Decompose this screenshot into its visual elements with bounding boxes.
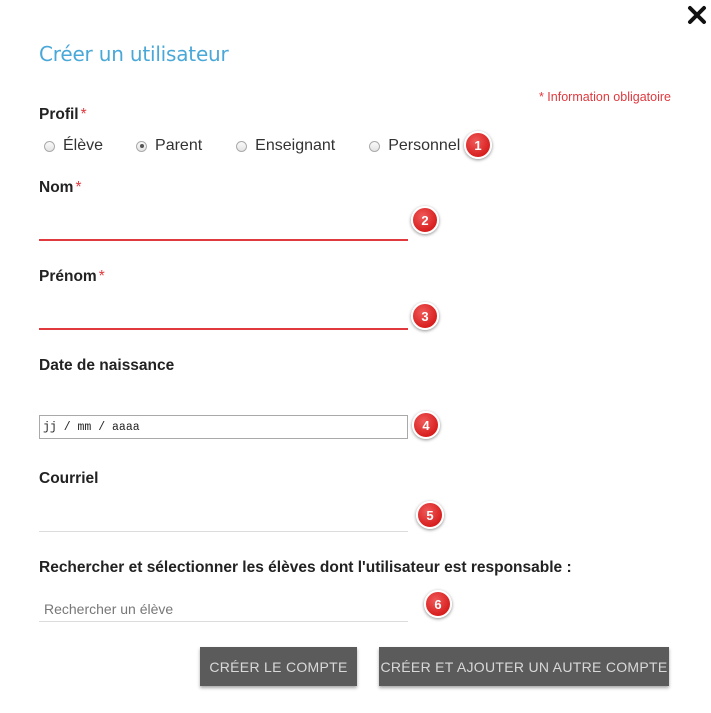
radio-eleve[interactable]: Élève	[44, 137, 103, 155]
radio-enseignant-button[interactable]	[236, 140, 248, 152]
nom-label-text: Nom	[39, 179, 74, 196]
search-input[interactable]	[39, 596, 408, 622]
courriel-input[interactable]	[39, 506, 408, 532]
date-input[interactable]: jj / mm / aaaa	[39, 415, 408, 439]
required-mark: *	[80, 106, 87, 123]
radio-personnel-button[interactable]	[369, 140, 381, 152]
search-label: Rechercher et sélectionner les élèves do…	[39, 559, 572, 576]
radio-personnel-label: Personnel	[388, 137, 461, 154]
profil-radio-group: Élève Parent Enseignant Personnel	[44, 136, 460, 156]
callout-badge-6: 6	[424, 590, 452, 618]
required-mark: *	[75, 179, 82, 196]
radio-parent[interactable]: Parent	[136, 137, 202, 155]
radio-eleve-label: Élève	[63, 137, 104, 154]
prenom-label-text: Prénom	[39, 268, 97, 285]
radio-enseignant[interactable]: Enseignant	[236, 137, 335, 155]
close-icon[interactable]	[686, 4, 708, 26]
prenom-label: Prénom *	[39, 268, 105, 286]
create-account-button[interactable]: CRÉER LE COMPTE	[200, 647, 357, 686]
callout-badge-4: 4	[412, 411, 440, 439]
date-placeholder: jj / mm / aaaa	[43, 420, 140, 434]
radio-parent-button[interactable]	[136, 140, 148, 152]
nom-input[interactable]	[39, 215, 408, 241]
nom-label: Nom *	[39, 179, 82, 197]
radio-personnel[interactable]: Personnel	[369, 137, 460, 155]
radio-eleve-button[interactable]	[44, 140, 55, 152]
callout-badge-1: 1	[464, 131, 492, 159]
prenom-input[interactable]	[39, 304, 408, 330]
dialog-title: Créer un utilisateur	[39, 42, 229, 66]
radio-enseignant-label: Enseignant	[255, 137, 336, 154]
required-mark: *	[98, 268, 105, 285]
radio-parent-label: Parent	[155, 137, 203, 154]
date-label: Date de naissance	[39, 357, 175, 374]
required-note: * Information obligatoire	[538, 90, 671, 104]
create-and-add-account-button[interactable]: CRÉER ET AJOUTER UN AUTRE COMPTE	[379, 647, 669, 686]
callout-badge-5: 5	[416, 501, 444, 529]
courriel-label: Courriel	[39, 470, 99, 487]
profil-label: Profil *	[39, 106, 87, 124]
callout-badge-3: 3	[411, 302, 439, 330]
callout-badge-2: 2	[411, 206, 439, 234]
profil-label-text: Profil	[39, 106, 79, 123]
